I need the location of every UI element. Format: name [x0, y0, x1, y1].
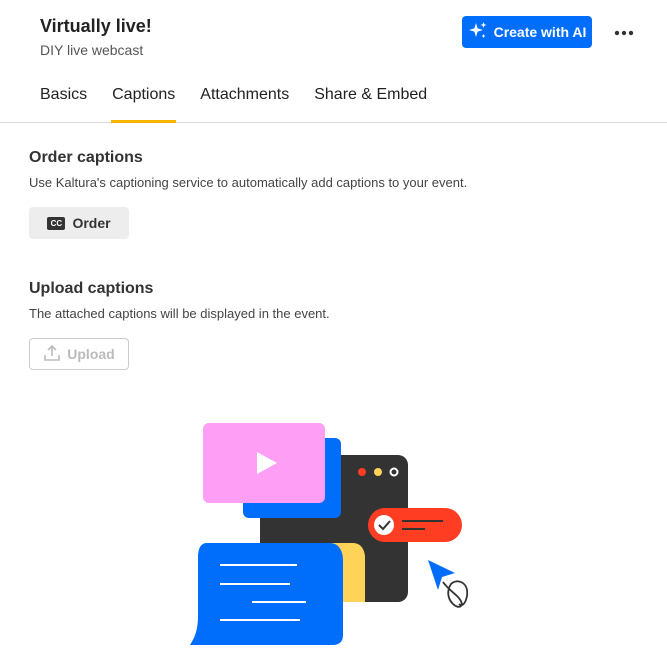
order-captions-description: Use Kaltura's captioning service to auto… — [29, 175, 468, 190]
sparkle-icon — [468, 21, 488, 44]
more-options-button[interactable] — [609, 20, 639, 44]
event-title: Virtually live! — [40, 16, 152, 36]
more-horizontal-icon — [614, 23, 634, 41]
page-header: Virtually live! DIY live webcast Create … — [0, 0, 667, 123]
event-subtitle: DIY live webcast — [40, 42, 144, 58]
closed-captions-icon: CC — [47, 216, 66, 230]
upload-button[interactable]: Upload — [29, 338, 129, 370]
upload-icon — [43, 344, 61, 365]
upload-button-label: Upload — [67, 346, 115, 362]
upload-captions-title: Upload captions — [29, 280, 154, 297]
order-captions-title: Order captions — [29, 149, 143, 166]
tab-bar: Basics Captions Attachments Share & Embe… — [40, 80, 452, 123]
tab-share-embed[interactable]: Share & Embed — [314, 80, 427, 122]
tab-basics[interactable]: Basics — [40, 80, 87, 122]
create-with-ai-label: Create with AI — [493, 24, 587, 40]
captions-illustration — [185, 420, 475, 650]
create-with-ai-button[interactable]: Create with AI — [462, 16, 592, 48]
tab-captions[interactable]: Captions — [111, 80, 177, 123]
tab-attachments[interactable]: Attachments — [200, 80, 289, 122]
order-button[interactable]: CC Order — [29, 207, 129, 239]
order-button-label: Order — [72, 215, 111, 231]
upload-captions-description: The attached captions will be displayed … — [29, 306, 330, 321]
